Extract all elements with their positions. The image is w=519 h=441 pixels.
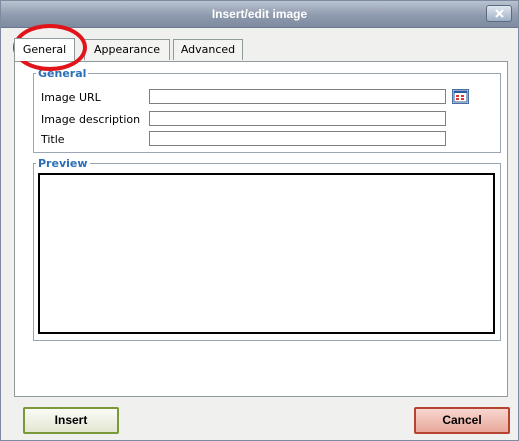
title-label: Title [41, 133, 65, 146]
image-url-label: Image URL [41, 91, 101, 104]
title-bar[interactable]: Insert/edit image [1, 1, 518, 28]
image-description-label: Image description [41, 113, 141, 126]
browse-icon[interactable] [452, 89, 469, 104]
preview-legend: Preview [38, 157, 88, 170]
image-description-input[interactable] [149, 111, 446, 126]
tab-general-label: General [22, 43, 67, 56]
close-button[interactable] [486, 5, 512, 22]
insert-button[interactable]: Insert [23, 407, 119, 434]
tab-panel-general: General Image URL Image description Titl… [14, 61, 508, 397]
tab-advanced[interactable]: Advanced [173, 39, 243, 60]
browse-icon-graphic [453, 90, 468, 103]
image-preview-area [38, 173, 495, 334]
tab-appearance-label: Appearance [93, 43, 161, 56]
image-url-input[interactable] [149, 89, 446, 104]
tab-appearance[interactable]: Appearance [84, 39, 170, 60]
title-input[interactable] [149, 131, 446, 146]
insert-image-dialog: Insert/edit image General Appearance Adv… [0, 0, 519, 441]
tab-advanced-label: Advanced [180, 43, 236, 56]
cancel-button[interactable]: Cancel [414, 407, 510, 434]
tab-general[interactable]: General [14, 38, 75, 61]
dialog-title: Insert/edit image [211, 7, 308, 21]
close-icon [495, 9, 504, 18]
